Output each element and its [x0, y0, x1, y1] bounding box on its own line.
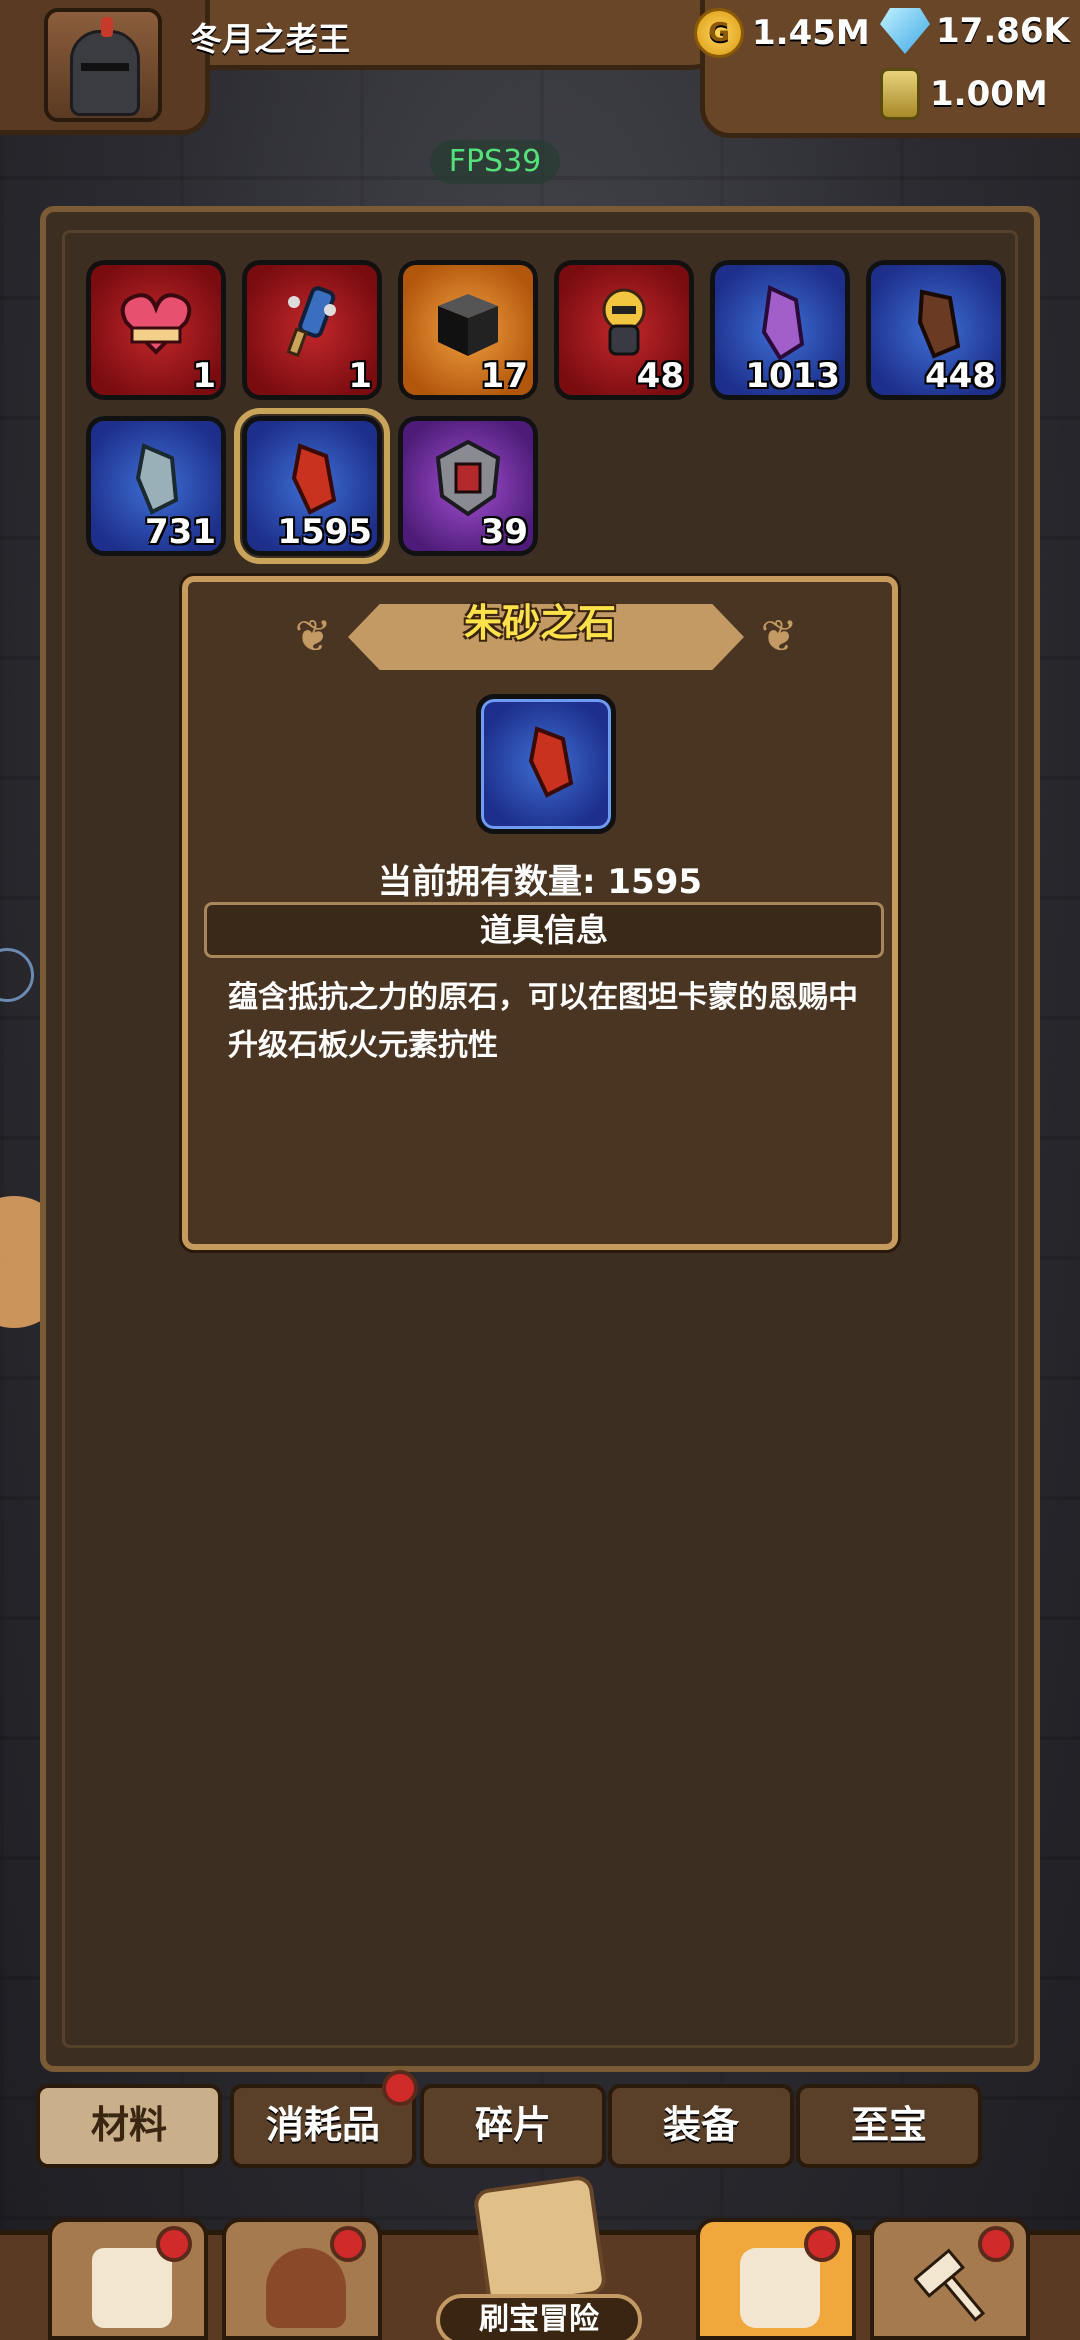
inventory-slot[interactable]: 1 — [242, 260, 382, 400]
owned-quantity: 当前拥有数量: 1595 — [377, 862, 703, 902]
item-detail-icon-frame — [476, 694, 616, 834]
knight-helmet-icon — [70, 17, 140, 116]
gem-amount: 17.86K — [936, 11, 1070, 51]
item-count: 1013 — [745, 356, 840, 396]
item-count: 1 — [192, 356, 216, 396]
item-count: 448 — [925, 356, 996, 396]
top-bar: 冬月之老王 G 1.45M 17.86K 1.00M — [0, 0, 1080, 140]
player-name: 冬月之老王 — [190, 20, 351, 58]
potion-amount: 1.00M — [930, 74, 1048, 114]
gold-amount: 1.45M — [752, 13, 870, 53]
tab-fragments[interactable]: 碎片 — [420, 2084, 606, 2168]
item-info-header: 道具信息 — [204, 902, 884, 958]
diamond-icon — [880, 8, 930, 54]
inventory-slot[interactable]: 448 — [866, 260, 1006, 400]
nav-inventory[interactable] — [696, 2218, 856, 2340]
adventure-label: 刷宝冒险 — [436, 2294, 642, 2340]
notification-badge — [978, 2226, 1014, 2262]
notification-badge — [330, 2226, 366, 2262]
nav-forge[interactable] — [870, 2218, 1030, 2340]
gold-coin-icon: G — [694, 8, 744, 58]
item-count: 17 — [480, 356, 528, 396]
item-count: 1595 — [277, 512, 372, 552]
hero-portrait-icon — [266, 2248, 346, 2328]
item-title: 朱砂之石 — [463, 601, 616, 645]
gold-resource[interactable]: G 1.45M — [694, 8, 870, 58]
fps-counter: FPS39 — [430, 140, 560, 184]
treasure-map-icon — [472, 2174, 608, 2310]
nav-adventure[interactable]: 刷宝冒险 — [390, 2174, 690, 2340]
category-tabs: 材料 消耗品 碎片 装备 至宝 — [36, 2070, 1046, 2174]
tab-materials[interactable]: 材料 — [36, 2084, 222, 2168]
inventory-slot[interactable]: 39 — [398, 416, 538, 556]
notification-badge — [382, 2070, 418, 2106]
nav-hero[interactable] — [222, 2218, 382, 2340]
shop-icon — [92, 2248, 172, 2328]
tab-equipment[interactable]: 装备 — [608, 2084, 794, 2168]
item-count: 48 — [636, 356, 684, 396]
inventory-slot[interactable]: 1 — [86, 260, 226, 400]
inventory-slot[interactable]: 731 — [86, 416, 226, 556]
potion-resource[interactable]: 1.00M — [880, 68, 1048, 120]
gem-resource[interactable]: 17.86K — [880, 8, 1070, 54]
item-count: 1 — [348, 356, 372, 396]
inventory-slot[interactable]: 17 — [398, 260, 538, 400]
item-detail-popup: ❦ ❦ 朱砂之石 当前拥有数量: 1595 道具信息 蕴含抵抗之力的原石，可以在… — [182, 576, 898, 1250]
potion-jar-icon — [880, 68, 920, 120]
nav-shop[interactable] — [48, 2218, 208, 2340]
item-count: 39 — [480, 512, 528, 552]
tab-treasures[interactable]: 至宝 — [796, 2084, 982, 2168]
notification-badge — [156, 2226, 192, 2262]
avatar[interactable] — [44, 8, 162, 122]
inventory-slot-selected[interactable]: 1595 — [234, 408, 390, 564]
item-count: 731 — [145, 512, 216, 552]
backpack-icon — [740, 2248, 820, 2328]
red-stone-icon — [528, 726, 574, 798]
inventory-slot[interactable]: 1013 — [710, 260, 850, 400]
inventory-slot[interactable]: 48 — [554, 260, 694, 400]
notification-badge — [804, 2226, 840, 2262]
hammer-icon — [912, 2248, 994, 2328]
item-description: 蕴含抵抗之力的原石，可以在图坦卡蒙的恩赐中升级石板火元素抗性 — [228, 980, 858, 1063]
